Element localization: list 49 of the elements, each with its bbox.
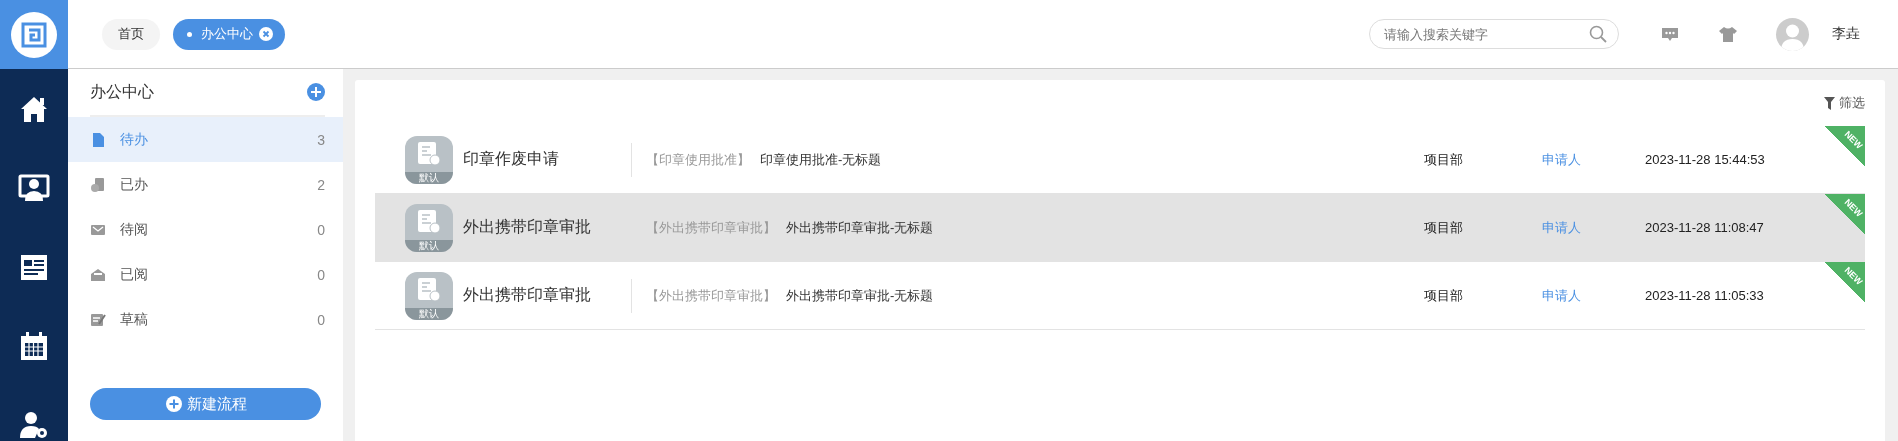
user-name[interactable]: 李垚 [1832, 25, 1860, 43]
plus-icon [164, 395, 183, 413]
sidebar-item[interactable]: 已阅 0 [68, 252, 343, 297]
item-label: 待办 [120, 130, 149, 149]
add-icon[interactable] [307, 83, 325, 101]
category-label: 【印章使用批准】 [645, 150, 750, 169]
nav-tab[interactable]: 首页 [102, 18, 160, 50]
timestamp: 2023-11-28 11:08:47 [1645, 220, 1765, 235]
item-label: 草稿 [120, 310, 149, 329]
form-icon: 默认 [405, 203, 453, 252]
draft-icon [90, 311, 106, 328]
sidebar-item[interactable]: 草稿 0 [68, 297, 343, 342]
shirt-icon[interactable] [1718, 24, 1738, 44]
logo-icon [11, 11, 57, 58]
subject-text: 印章使用批准-无标题 [759, 150, 883, 169]
department-text: 项目部 [1424, 150, 1464, 169]
close-icon[interactable] [259, 27, 273, 41]
item-count: 0 [317, 221, 325, 238]
item-count: 3 [317, 131, 325, 148]
sidebar-title: 办公中心 [90, 81, 154, 102]
item-label: 已阅 [120, 265, 149, 284]
search-field[interactable]: 请输入搜索关键字 [1369, 19, 1619, 49]
department-text: 项目部 [1424, 218, 1464, 237]
item-label: 已办 [120, 175, 149, 194]
process-title: 外出携带印章审批 [462, 285, 592, 305]
document-icon [90, 131, 106, 148]
filter-icon [1824, 96, 1835, 110]
form-icon: 默认 [405, 271, 453, 320]
process-title: 外出携带印章审批 [462, 217, 592, 237]
sidebar-item[interactable]: 待阅 0 [68, 207, 343, 252]
form-icon: 默认 [405, 135, 453, 184]
open-envelope-icon [90, 266, 106, 283]
category-label: 【外出携带印章审批】 [645, 286, 776, 305]
process-title: 印章作废申请 [462, 149, 560, 169]
applicant-link[interactable]: 申请人 [1542, 286, 1645, 305]
subject-text: 外出携带印章审批-无标题 [785, 218, 935, 237]
search-icon[interactable] [1589, 25, 1607, 43]
item-count: 0 [317, 311, 325, 328]
applicant-link[interactable]: 申请人 [1542, 150, 1645, 169]
sidebar-item[interactable]: 已办 2 [68, 162, 343, 207]
timestamp: 2023-11-28 11:05:33 [1645, 288, 1765, 303]
subject-text: 外出携带印章审批-无标题 [785, 286, 935, 305]
timestamp: 2023-11-28 15:44:53 [1645, 152, 1766, 167]
filter-button[interactable]: 筛选 [1824, 94, 1865, 112]
category-label: 【外出携带印章审批】 [645, 218, 776, 237]
item-count: 0 [317, 266, 325, 283]
item-count: 2 [317, 176, 325, 193]
department-text: 项目部 [1424, 286, 1464, 305]
item-label: 待阅 [120, 220, 149, 239]
